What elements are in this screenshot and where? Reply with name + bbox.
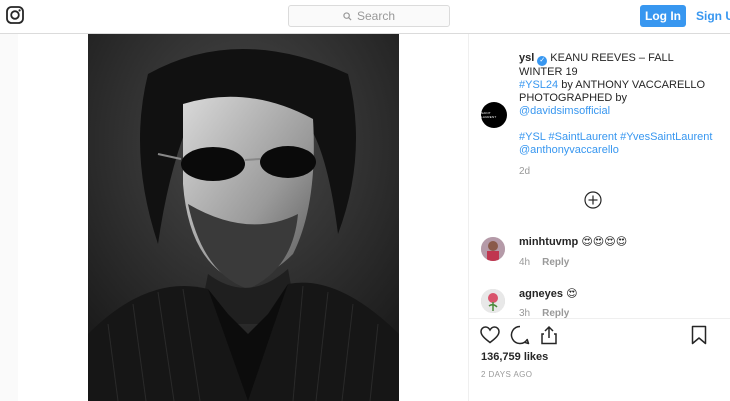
- top-navigation-bar: Search Log In Sign Up: [0, 0, 730, 34]
- like-heart-icon[interactable]: [480, 326, 500, 349]
- panel-divider: [468, 34, 469, 401]
- save-bookmark-icon[interactable]: [691, 325, 707, 350]
- verified-badge-icon: ✓: [537, 56, 548, 66]
- caption-mention[interactable]: @davidsimsofficial: [519, 105, 610, 117]
- comment-text: 😍😍😍😍: [581, 236, 628, 248]
- load-more-comments-icon[interactable]: [584, 191, 602, 209]
- caption-hashtags[interactable]: #YSL #SaintLaurent #YvesSaintLaurent: [519, 131, 712, 143]
- actions-divider: [469, 318, 730, 319]
- comment-text: 😍: [566, 288, 578, 300]
- comment-meta: 3h Reply: [519, 308, 569, 318]
- caption-age: 2d: [519, 166, 531, 177]
- reply-button[interactable]: Reply: [542, 257, 569, 268]
- post-caption: ysl ✓ KEANU REEVES – FALL WINTER 19 #YSL24…: [519, 52, 719, 157]
- comment-age: 4h: [519, 257, 531, 268]
- author-username[interactable]: ysl: [519, 52, 534, 64]
- caption-mention[interactable]: @anthonyvaccarello: [519, 144, 619, 156]
- instagram-camera-icon[interactable]: [6, 6, 24, 24]
- comment-item: minhtuvmp 😍😍😍😍: [519, 235, 627, 248]
- commenter-avatar[interactable]: [481, 289, 505, 313]
- signup-link[interactable]: Sign Up: [696, 9, 730, 23]
- commenter-avatar[interactable]: [481, 237, 505, 261]
- caption-hashtag[interactable]: #YSL24: [519, 79, 558, 91]
- post-timestamp: 2 DAYS AGO: [481, 370, 533, 379]
- search-placeholder: Search: [356, 9, 396, 23]
- comment-meta: 4h Reply: [519, 257, 569, 268]
- comment-item: agneyes 😍: [519, 287, 578, 300]
- comment-age: 3h: [519, 308, 531, 318]
- share-icon[interactable]: [540, 325, 558, 350]
- comment-username[interactable]: minhtuvmp: [519, 236, 578, 248]
- comment-bubble-icon[interactable]: [510, 325, 530, 350]
- likes-count[interactable]: 136,759 likes: [481, 351, 548, 363]
- post-photo[interactable]: [88, 34, 399, 401]
- search-input[interactable]: Search: [288, 5, 450, 27]
- comment-username[interactable]: agneyes: [519, 288, 563, 300]
- search-icon: [343, 11, 352, 21]
- reply-button[interactable]: Reply: [542, 308, 569, 318]
- login-button[interactable]: Log In: [640, 5, 686, 27]
- author-avatar[interactable]: SAINT LAURENT: [481, 102, 507, 128]
- avatar-logo-text: SAINT LAURENT: [481, 111, 497, 119]
